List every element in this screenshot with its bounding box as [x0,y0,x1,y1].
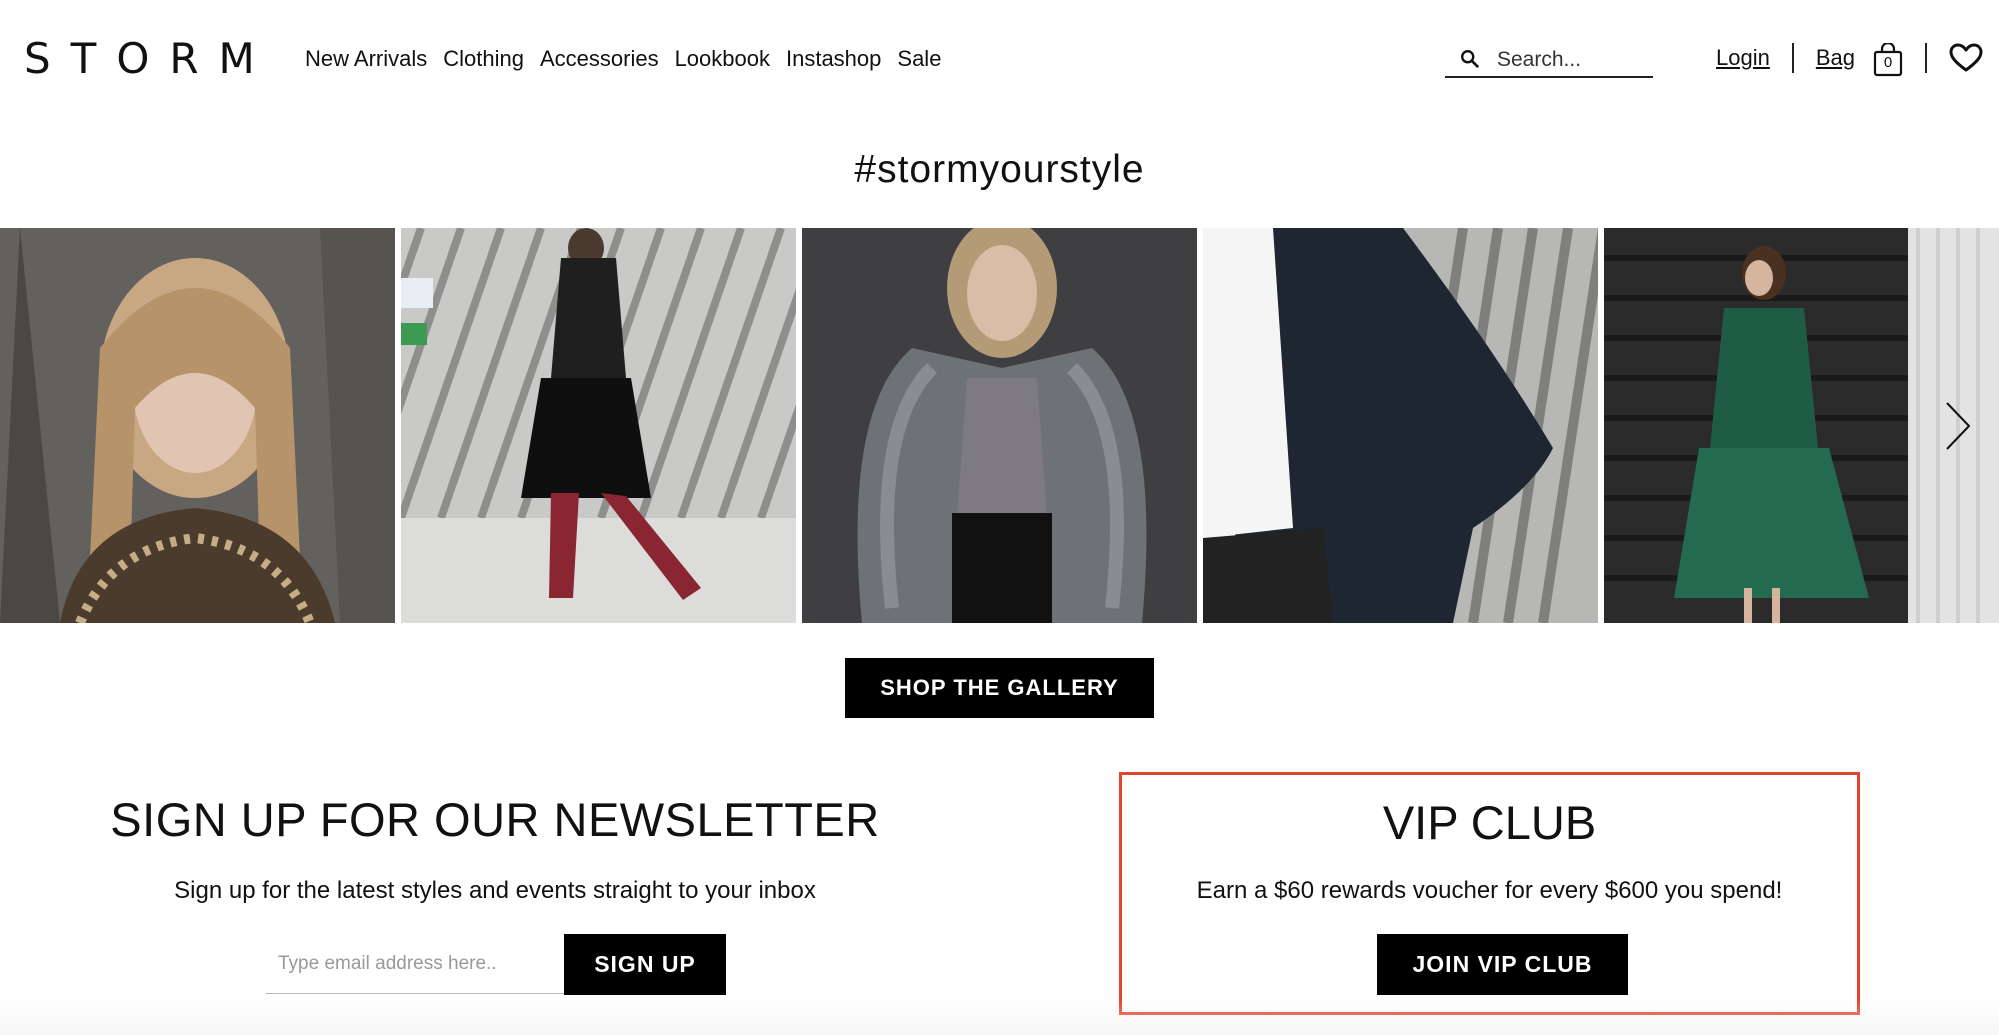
vip-club-title: VIP CLUB [1382,796,1597,849]
gallery-image-4[interactable] [1203,228,1598,623]
join-vip-club-button[interactable]: JOIN VIP CLUB [1377,934,1628,995]
instagram-gallery [0,228,1999,623]
nav-sale[interactable]: Sale [897,44,941,74]
search-input[interactable] [1497,46,1647,74]
newsletter-title: SIGN UP FOR OUR NEWSLETTER [110,793,880,846]
account-links: Login Bag 0 [1716,40,1983,77]
login-link[interactable]: Login [1716,45,1770,71]
bag-link[interactable]: Bag [1816,45,1855,71]
search-icon[interactable] [1459,48,1481,70]
heart-icon[interactable] [1949,43,1983,73]
nav-accessories[interactable]: Accessories [540,44,659,74]
vip-club-subtitle: Earn a $60 rewards voucher for every $60… [1196,877,1783,904]
vip-club-panel: VIP CLUB Earn a $60 rewards voucher for … [1119,772,1860,1015]
gallery-image-3[interactable] [802,228,1197,623]
gallery-hashtag: #stormyourstyle [854,148,1145,191]
main-nav: New Arrivals Clothing Accessories Lookbo… [305,44,941,74]
email-field[interactable] [266,934,564,994]
sign-up-button[interactable]: SIGN UP [564,934,726,995]
site-header: STORM New Arrivals Clothing Accessories … [0,0,1999,120]
nav-instashop[interactable]: Instashop [786,44,881,74]
shopping-bag-icon[interactable]: 0 [1873,41,1903,77]
nav-clothing[interactable]: Clothing [443,44,524,74]
divider [1791,43,1794,73]
shop-the-gallery-button[interactable]: SHOP THE GALLERY [845,658,1154,718]
bag-count: 0 [1883,54,1893,71]
newsletter-subtitle: Sign up for the latest styles and events… [174,877,816,904]
nav-new-arrivals[interactable]: New Arrivals [305,44,427,74]
page-bottom-fade [0,1000,1999,1035]
nav-lookbook[interactable]: Lookbook [675,44,770,74]
gallery-image-1[interactable] [0,228,395,623]
storm-logo[interactable]: STORM [24,36,275,82]
chevron-right-icon[interactable] [1943,400,1973,452]
gallery-image-5[interactable] [1604,228,1908,623]
search-box [1445,42,1653,78]
gallery-image-2[interactable] [401,228,796,623]
divider [1925,43,1927,73]
